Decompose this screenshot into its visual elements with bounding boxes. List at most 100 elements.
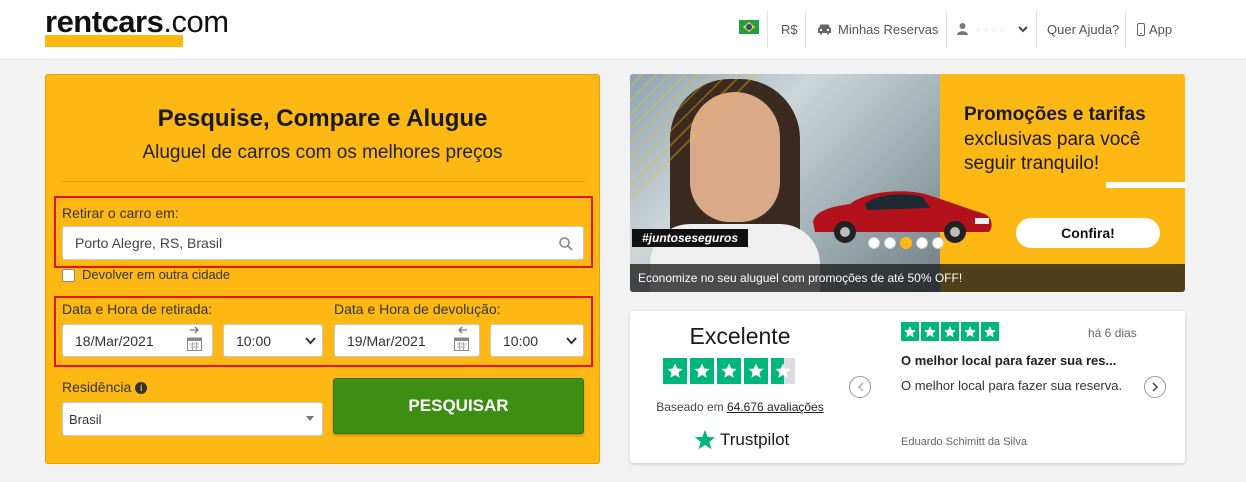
review-time: há 6 dias	[1088, 326, 1137, 340]
promo-accent-line	[1106, 182, 1185, 188]
top-header: rentcars.com R$ Minhas Reservas · · · · …	[0, 0, 1246, 60]
app-link[interactable]: App	[1137, 10, 1172, 48]
pickup-datetime-label: Data e Hora de retirada:	[62, 301, 213, 317]
nav-divider	[946, 10, 947, 48]
logo-brand-text: rentcars	[45, 4, 164, 39]
review-prev-button[interactable]	[849, 376, 871, 398]
return-time-value: 10:00	[503, 332, 539, 349]
trustpilot-brand-text: Trustpilot	[720, 430, 790, 449]
promo-footer-text: Economize no seu aluguel com promoções d…	[630, 264, 1185, 292]
rentcars-logo[interactable]: rentcars.com	[45, 4, 265, 52]
review-next-button[interactable]	[1144, 376, 1166, 398]
search-subtitle: Aluguel de carros com os melhores preços	[142, 142, 503, 163]
logo-suffix-text: .com	[163, 4, 229, 39]
promo-hashtag: #juntoseseguros	[632, 229, 749, 247]
residence-label: Residência	[62, 379, 132, 395]
phone-icon	[1137, 22, 1145, 36]
trustpilot-widget: Excelente Baseado em 64.676 avaliações T…	[630, 311, 1185, 463]
trustpilot-logo[interactable]: Trustpilot	[694, 429, 789, 451]
nav-divider	[767, 10, 768, 48]
nav-divider	[1125, 10, 1126, 48]
review-body: O melhor local para fazer sua reserva.	[901, 378, 1123, 393]
star-icon	[663, 358, 687, 384]
nav-divider	[1036, 10, 1037, 48]
carousel-dots	[868, 237, 944, 249]
search-icon	[559, 237, 573, 251]
reviews-count-link[interactable]: 64.676 avaliações	[727, 400, 824, 414]
star-icon	[901, 322, 919, 341]
pickup-location-input[interactable]: Porto Alegre, RS, Brasil	[62, 226, 584, 260]
search-panel: Pesquise, Compare e Alugue Aluguel de ca…	[45, 74, 600, 464]
chevron-left-icon	[857, 382, 864, 392]
star-icon	[690, 358, 714, 384]
carousel-dot[interactable]	[916, 237, 928, 249]
search-title: Pesquise, Compare e Alugue	[157, 105, 488, 132]
pickup-location-label: Retirar o carro em:	[62, 205, 179, 221]
chevron-right-icon	[1151, 382, 1158, 392]
review-author: Eduardo Schimitt da Silva	[901, 436, 1027, 448]
star-icon	[981, 322, 999, 341]
rating-stars	[663, 358, 795, 384]
brazil-flag-icon[interactable]	[739, 20, 759, 34]
return-time-select[interactable]: 10:00	[490, 324, 584, 357]
user-name-label: · · · ·	[976, 21, 1005, 37]
nav-divider	[805, 10, 806, 48]
residence-value: Brasil	[69, 411, 102, 427]
based-on-text: Baseado em 64.676 avaliações	[630, 400, 850, 414]
star-icon	[717, 358, 741, 384]
pickup-time-value: 10:00	[236, 332, 272, 349]
car-icon	[818, 24, 831, 35]
return-other-city-label: Devolver em outra cidade	[82, 267, 231, 282]
star-icon	[941, 322, 959, 341]
help-label: Quer Ajuda?	[1047, 21, 1120, 37]
review-stars	[901, 322, 999, 341]
return-date-value: 19/Mar/2021	[347, 332, 426, 349]
user-icon	[957, 23, 968, 35]
half-star-icon	[771, 358, 795, 384]
star-icon	[921, 322, 939, 341]
currency-selector[interactable]: R$	[781, 10, 798, 48]
pickup-date-input[interactable]: 18/Mar/2021	[62, 324, 213, 357]
my-reservations-link[interactable]: Minhas Reservas	[817, 10, 938, 48]
promo-banner[interactable]: #juntoseseguros Promoções e tarifas excl…	[630, 74, 1185, 292]
chevron-down-icon	[305, 336, 316, 344]
pickup-date-value: 18/Mar/2021	[75, 332, 154, 349]
promo-title: Promoções e tarifas	[964, 104, 1146, 125]
return-other-city-checkbox[interactable]	[62, 269, 75, 282]
currency-label: R$	[781, 21, 798, 37]
pickup-location-value: Porto Alegre, RS, Brasil	[75, 235, 223, 251]
arrow-right-icon	[190, 326, 199, 334]
star-icon	[744, 358, 768, 384]
search-button[interactable]: PESQUISAR	[333, 378, 584, 434]
panel-divider	[61, 181, 586, 182]
residence-select[interactable]: Brasil	[62, 402, 323, 436]
carousel-dot[interactable]	[932, 237, 944, 249]
pickup-time-select[interactable]: 10:00	[223, 324, 323, 357]
return-date-input[interactable]: 19/Mar/2021	[334, 324, 480, 357]
carousel-dot-active[interactable]	[900, 237, 912, 249]
promo-cta-button[interactable]: Confira!	[1016, 218, 1160, 248]
app-label: App	[1149, 21, 1173, 37]
residence-label-wrap: Residência i	[62, 379, 148, 395]
chevron-down-icon	[1018, 25, 1028, 32]
arrow-left-icon	[458, 326, 467, 334]
calendar-icon	[454, 337, 469, 351]
trustpilot-star-icon	[694, 429, 716, 450]
help-link[interactable]: Quer Ajuda?	[1047, 10, 1119, 48]
carousel-dot[interactable]	[884, 237, 896, 249]
rating-word: Excelente	[689, 323, 791, 349]
carousel-dot[interactable]	[868, 237, 880, 249]
return-datetime-label: Data e Hora de devolução:	[334, 301, 501, 317]
red-car-image	[813, 191, 992, 243]
review-title[interactable]: O melhor local para fazer sua res...	[901, 353, 1116, 368]
calendar-icon	[187, 337, 202, 351]
user-menu[interactable]: · · · ·	[957, 10, 1028, 48]
chevron-down-icon	[566, 336, 577, 344]
star-icon	[961, 322, 979, 341]
promo-text: exclusivas para você seguir tranquilo!	[964, 129, 1141, 174]
info-icon[interactable]: i	[135, 382, 148, 395]
based-prefix: Baseado em	[656, 400, 724, 414]
my-reservations-label: Minhas Reservas	[838, 21, 939, 37]
promo-photo: #juntoseseguros	[630, 74, 992, 292]
caret-down-icon	[306, 416, 314, 421]
